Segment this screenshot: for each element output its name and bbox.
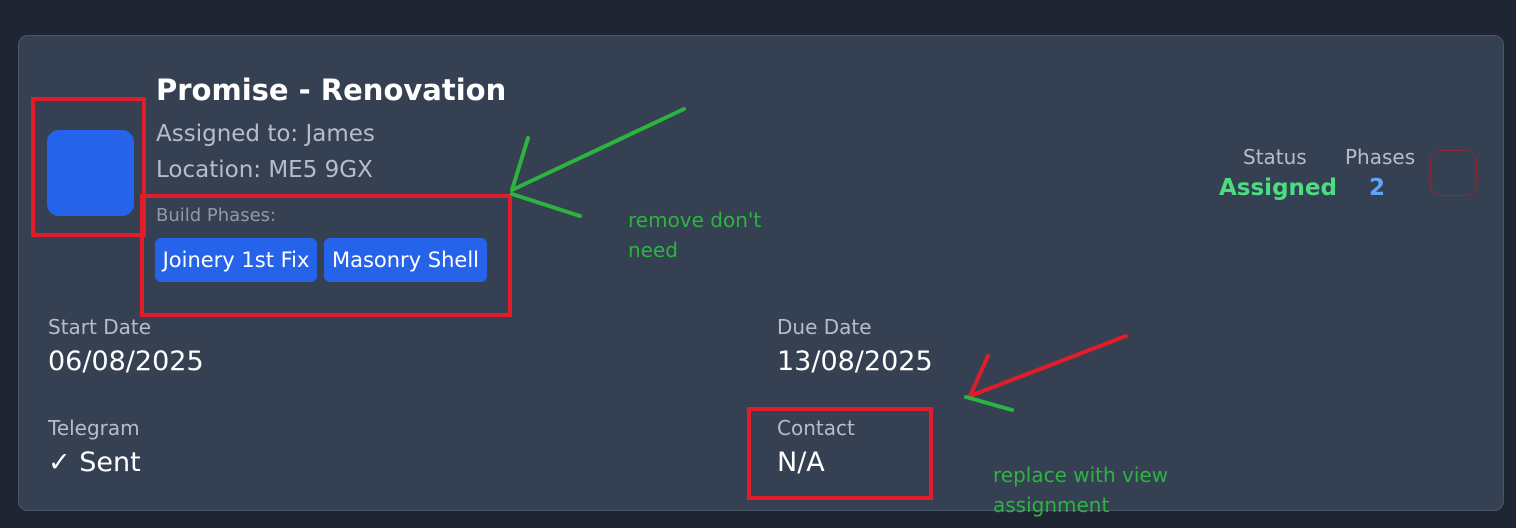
red-arrow-icon [968, 334, 1128, 398]
annotation-arrows [510, 107, 1128, 412]
green-underline-icon [964, 395, 1014, 412]
green-arrow-icon [510, 107, 686, 218]
